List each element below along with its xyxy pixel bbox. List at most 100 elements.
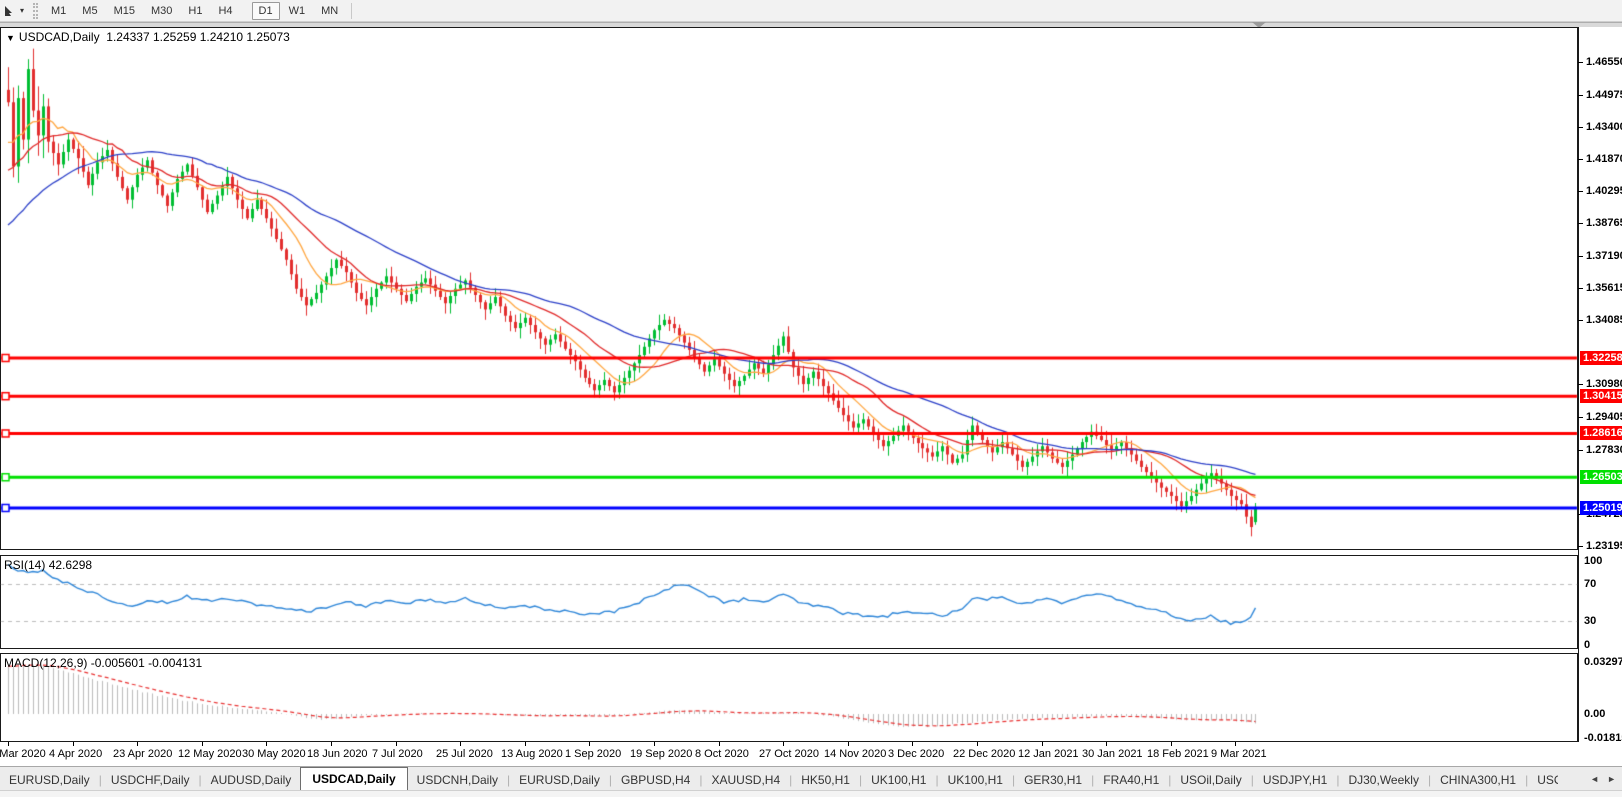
date-axis-tick (1106, 742, 1107, 746)
chart-title-symbol: USDCAD,Daily (19, 30, 100, 44)
date-axis-label[interactable]: 23 Apr 2020 (113, 748, 172, 760)
chart-tab-usdcnh-daily[interactable]: USDCNH,Daily (408, 769, 507, 790)
hline-price-badge: 1.28616 (1580, 426, 1622, 440)
price-axis-tick (1578, 95, 1583, 96)
timeframe-button-h4[interactable]: H4 (211, 2, 239, 20)
date-axis-label[interactable]: 30 May 2020 (242, 748, 306, 760)
chart-tab-ger30-h1[interactable]: GER30,H1 (1015, 769, 1091, 790)
price-axis-tick-label[interactable]: 1.44975 (1586, 89, 1622, 101)
date-axis-tick (589, 742, 590, 746)
price-axis-tick-label[interactable]: 1.41870 (1586, 153, 1622, 165)
date-axis-label[interactable]: 19 Sep 2020 (630, 748, 692, 760)
chart-tab-uso[interactable]: USO (1528, 769, 1558, 790)
status-strip (0, 790, 1622, 797)
date-axis-label[interactable]: 1 Sep 2020 (565, 748, 621, 760)
price-axis-tick-label[interactable]: 1.38765 (1586, 217, 1622, 229)
chart-tab-hk50-h1[interactable]: HK50,H1 (792, 769, 859, 790)
price-axis-tick-label[interactable]: 1.29405 (1586, 411, 1622, 423)
chart-tab-bar: EURUSD,Daily|USDCHF,Daily|AUDUSD,DailyUS… (0, 766, 1622, 790)
price-axis-tick (1578, 256, 1583, 257)
date-axis-label[interactable]: 9 Mar 2021 (1211, 748, 1267, 760)
timeframe-button-m30[interactable]: M30 (144, 2, 179, 20)
toolbar-grip[interactable] (33, 3, 38, 19)
hline-price-badge: 1.32258 (1580, 351, 1622, 365)
chart-tab-eurusd-daily[interactable]: EURUSD,Daily (0, 769, 99, 790)
date-axis-label[interactable]: 27 Oct 2020 (759, 748, 819, 760)
date-axis-label[interactable]: 3 Dec 2020 (888, 748, 944, 760)
price-axis-tick (1578, 417, 1583, 418)
chart-cursor-tool-icon[interactable] (2, 3, 18, 19)
chart-tab-xauusd-h4[interactable]: XAUUSD,H4 (702, 769, 789, 790)
date-axis-tick (460, 742, 461, 746)
price-axis-tick (1578, 127, 1583, 128)
date-axis-label[interactable]: 12 May 2020 (178, 748, 242, 760)
tool-dropdown-arrow-icon[interactable]: ▾ (20, 6, 24, 15)
chart-tab-fra40-h1[interactable]: FRA40,H1 (1094, 769, 1168, 790)
chart-canvas[interactable] (0, 27, 1578, 742)
price-axis-tick-label[interactable]: 1.46550 (1586, 56, 1622, 68)
date-axis-label[interactable]: 18 Jun 2020 (307, 748, 368, 760)
date-axis-label[interactable]: 14 Nov 2020 (824, 748, 886, 760)
date-axis-label[interactable]: 8 Oct 2020 (695, 748, 749, 760)
price-axis-tick-label[interactable]: 1.34085 (1586, 314, 1622, 326)
chart-tab-china300-h1[interactable]: CHINA300,H1 (1431, 769, 1525, 790)
chart-tab-audusd-daily[interactable]: AUDUSD,Daily (202, 769, 301, 790)
date-axis-tick (331, 742, 332, 746)
price-axis-tick-label[interactable]: 1.37190 (1586, 250, 1622, 262)
price-axis-tick (1578, 288, 1583, 289)
hline-price-badge: 1.26503 (1580, 470, 1622, 484)
price-axis-tick-label[interactable]: 1.43400 (1586, 121, 1622, 133)
date-axis-tick (202, 742, 203, 746)
macd-scale-label: 0.032972 (1584, 656, 1622, 668)
toolbar-separator (351, 3, 352, 19)
timeframe-button-m15[interactable]: M15 (107, 2, 142, 20)
chart-tab-uk100-h1[interactable]: UK100,H1 (862, 769, 935, 790)
date-axis-label[interactable]: 30 Jan 2021 (1082, 748, 1143, 760)
timeframe-button-m1[interactable]: M1 (44, 2, 73, 20)
hline-price-badge: 1.30415 (1580, 389, 1622, 403)
chart-tab-usdjpy-h1[interactable]: USDJPY,H1 (1254, 769, 1336, 790)
rsi-scale-label: 70 (1584, 578, 1596, 590)
date-axis-tick (137, 742, 138, 746)
timeframe-button-m5[interactable]: M5 (75, 2, 104, 20)
macd-name: MACD(12,26,9) (4, 656, 87, 670)
date-axis-label[interactable]: 12 Jan 2021 (1018, 748, 1079, 760)
price-axis-tick-label[interactable]: 1.40295 (1586, 185, 1622, 197)
date-axis-label[interactable]: 13 Aug 2020 (501, 748, 563, 760)
rsi-scale-label: 0 (1584, 639, 1590, 651)
chart-tab-usoil-daily[interactable]: USOil,Daily (1171, 769, 1250, 790)
timeframe-buttons: M1M5M15M30H1H4 D1W1MN (43, 2, 346, 20)
timeframe-button-mn[interactable]: MN (314, 2, 345, 20)
timeframe-button-h1[interactable]: H1 (181, 2, 209, 20)
price-axis-tick (1578, 384, 1583, 385)
date-axis-label[interactable]: 4 Apr 2020 (49, 748, 102, 760)
timeframe-button-w1[interactable]: W1 (282, 2, 313, 20)
price-axis-tick (1578, 223, 1583, 224)
price-axis-tick-label[interactable]: 1.27830 (1586, 444, 1622, 456)
date-axis-label[interactable]: 25 Jul 2020 (436, 748, 493, 760)
timeframe-button-d1[interactable]: D1 (252, 2, 280, 20)
chart-title: ▼USDCAD,Daily 1.24337 1.25259 1.24210 1.… (6, 30, 290, 44)
tab-scroll-left-icon[interactable]: ◄ (1590, 774, 1599, 784)
price-axis-tick-label[interactable]: 1.35615 (1586, 282, 1622, 294)
chart-tab-eurusd-daily[interactable]: EURUSD,Daily (510, 769, 609, 790)
chart-tab-uk100-h1[interactable]: UK100,H1 (939, 769, 1012, 790)
chart-tab-usdchf-daily[interactable]: USDCHF,Daily (102, 769, 199, 790)
price-axis-tick (1578, 546, 1583, 547)
price-axis-tick (1578, 320, 1583, 321)
macd-scale-label: -0.018154 (1584, 732, 1622, 744)
rsi-scale-label: 30 (1584, 615, 1596, 627)
chart-tab-gbpusd-h4[interactable]: GBPUSD,H4 (612, 769, 699, 790)
date-axis-tick (73, 742, 74, 746)
date-axis-tick (654, 742, 655, 746)
date-axis-label[interactable]: 22 Dec 2020 (953, 748, 1015, 760)
date-axis-label[interactable]: 17 Mar 2020 (0, 748, 46, 760)
chart-tab-dj30-weekly[interactable]: DJ30,Weekly (1339, 769, 1427, 790)
date-axis-tick (912, 742, 913, 746)
date-axis-label[interactable]: 7 Jul 2020 (372, 748, 423, 760)
date-axis-label[interactable]: 18 Feb 2021 (1147, 748, 1209, 760)
tab-scroll-right-icon[interactable]: ► (1607, 774, 1616, 784)
price-axis-tick-label[interactable]: 1.23195 (1586, 540, 1622, 552)
symbol-dropdown-icon[interactable]: ▼ (6, 33, 15, 43)
chart-tab-usdcad-daily[interactable]: USDCAD,Daily (300, 767, 407, 790)
